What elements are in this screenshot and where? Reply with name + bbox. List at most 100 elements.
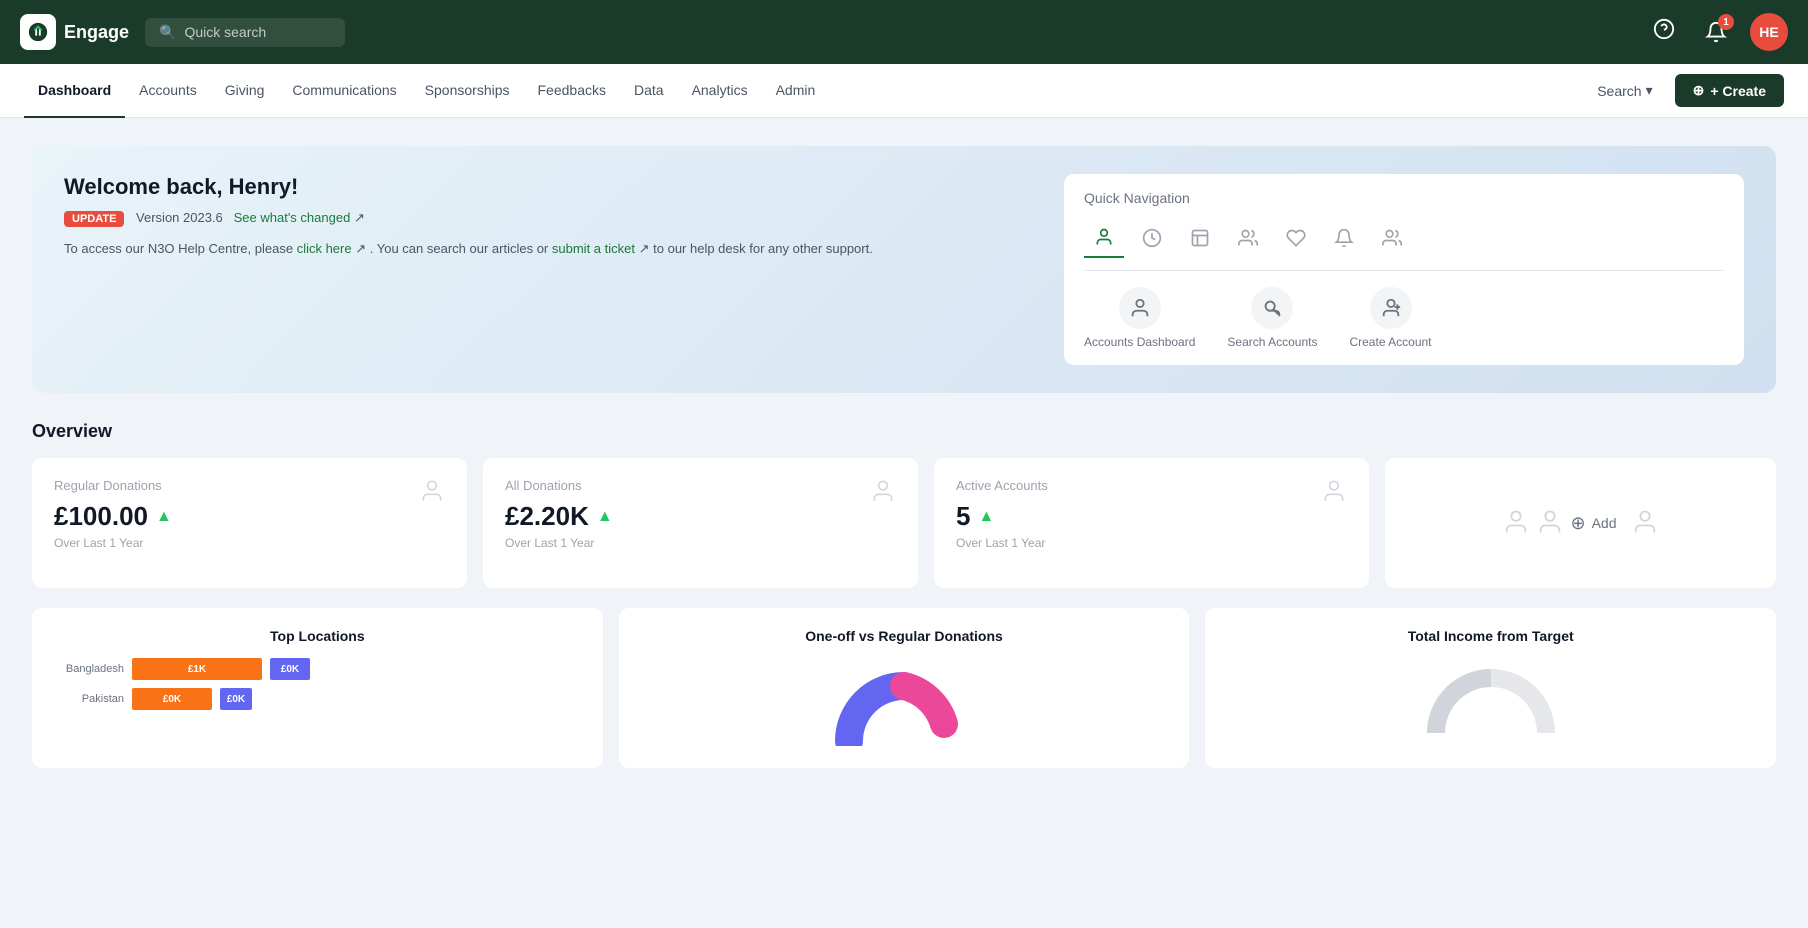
- all-donations-value: £2.20K: [505, 501, 589, 532]
- search-placeholder: Quick search: [184, 24, 266, 40]
- top-locations-title: Top Locations: [54, 628, 581, 644]
- add-stat-button[interactable]: ⊕ Add: [1502, 508, 1658, 539]
- nav-icon-bell[interactable]: [1324, 218, 1364, 258]
- subnav-actions: Search ▾ ⊕ + Create: [1587, 74, 1784, 107]
- stat-value-row: £100.00 ▲: [54, 501, 172, 532]
- trend-up-icon-2: ▲: [597, 508, 613, 526]
- stat-content: Regular Donations £100.00 ▲ Over Last 1 …: [54, 478, 172, 550]
- shortcut-accounts-dashboard-label: Accounts Dashboard: [1084, 335, 1195, 349]
- person-icon-2: [870, 478, 896, 510]
- submit-ticket-link[interactable]: submit a ticket: [552, 241, 635, 256]
- overview-title: Overview: [32, 421, 1776, 442]
- nav-icon-people[interactable]: [1372, 218, 1412, 258]
- search-accounts-icon: [1251, 287, 1293, 329]
- welcome-section: Welcome back, Henry! UPDATE Version 2023…: [32, 146, 1776, 393]
- stat-sublabel-active: Over Last 1 Year: [956, 536, 1048, 550]
- plus-circle-icon: ⊕: [1693, 82, 1705, 99]
- stat-value-row-2: £2.20K ▲: [505, 501, 613, 532]
- create-button[interactable]: ⊕ + Create: [1675, 74, 1784, 107]
- notification-badge: 1: [1718, 14, 1734, 30]
- help-button[interactable]: [1646, 14, 1682, 50]
- bar-label-bangladesh: Bangladesh: [64, 663, 124, 675]
- bar-row-pakistan: Pakistan £0K £0K: [64, 688, 571, 710]
- bar-orange-bangladesh: £1K: [132, 658, 262, 680]
- bar-chart: Bangladesh £1K £0K Pakistan £0K: [54, 658, 581, 710]
- logo: Engage: [20, 14, 129, 50]
- person-icon-3: [1321, 478, 1347, 510]
- subnav: Dashboard Accounts Giving Communications…: [0, 64, 1808, 118]
- overview-section: Overview Regular Donations £100.00 ▲ Ove…: [32, 421, 1776, 768]
- gauge-svg: [1421, 658, 1561, 738]
- nav-sponsorships[interactable]: Sponsorships: [411, 64, 524, 118]
- add-stat-card: ⊕ Add: [1385, 458, 1776, 588]
- global-search[interactable]: 🔍 Quick search: [145, 18, 345, 47]
- active-accounts-value: 5: [956, 501, 970, 532]
- bar-purple-bangladesh: £0K: [270, 658, 310, 680]
- nav-dashboard[interactable]: Dashboard: [24, 64, 125, 118]
- quick-nav-title: Quick Navigation: [1084, 190, 1724, 206]
- nav-communications[interactable]: Communications: [278, 64, 410, 118]
- nav-data[interactable]: Data: [620, 64, 678, 118]
- nav-icon-giving[interactable]: [1132, 218, 1172, 258]
- help-circle-icon: [1653, 18, 1675, 46]
- income-target-chart: Total Income from Target: [1205, 608, 1776, 768]
- donations-donut-chart: One-off vs Regular Donations: [619, 608, 1190, 768]
- charts-row: Top Locations Bangladesh £1K £0K Pakista…: [32, 608, 1776, 768]
- trend-up-icon: ▲: [156, 508, 172, 526]
- update-badge: UPDATE: [64, 211, 124, 227]
- nav-shortcuts: Accounts Dashboard Search Accounts: [1084, 287, 1724, 349]
- stat-card-inner: Regular Donations £100.00 ▲ Over Last 1 …: [54, 478, 445, 550]
- nav-feedbacks[interactable]: Feedbacks: [524, 64, 620, 118]
- bar-orange-pakistan: £0K: [132, 688, 212, 710]
- active-accounts-card: Active Accounts 5 ▲ Over Last 1 Year: [934, 458, 1369, 588]
- shortcut-search-accounts[interactable]: Search Accounts: [1227, 287, 1317, 349]
- stat-label-active: Active Accounts: [956, 478, 1048, 493]
- income-target-title: Total Income from Target: [1227, 628, 1754, 644]
- topbar: Engage 🔍 Quick search 1 HE: [0, 0, 1808, 64]
- logo-icon: [20, 14, 56, 50]
- donut-svg: [834, 666, 974, 746]
- accounts-dashboard-icon: [1119, 287, 1161, 329]
- regular-donations-card: Regular Donations £100.00 ▲ Over Last 1 …: [32, 458, 467, 588]
- regular-donations-value: £100.00: [54, 501, 148, 532]
- grey-icon-far: [1631, 508, 1659, 539]
- click-here-link[interactable]: click here: [297, 241, 352, 256]
- quick-nav-card: Quick Navigation: [1064, 174, 1744, 365]
- stat-content-2: All Donations £2.20K ▲ Over Last 1 Year: [505, 478, 613, 550]
- grey-icon-right: [1536, 508, 1564, 539]
- avatar[interactable]: HE: [1750, 13, 1788, 51]
- bar-row-bangladesh: Bangladesh £1K £0K: [64, 658, 571, 680]
- nav-icon-sponsorships[interactable]: [1228, 218, 1268, 258]
- stat-content-3: Active Accounts 5 ▲ Over Last 1 Year: [956, 478, 1048, 550]
- external-link-icon: ↗: [354, 210, 365, 225]
- nav-admin[interactable]: Admin: [762, 64, 830, 118]
- trend-up-icon-3: ▲: [978, 508, 994, 526]
- external-link-icon-2: ↗: [355, 241, 366, 256]
- see-changes-link[interactable]: See what's changed: [234, 210, 351, 225]
- gauge-wrap: [1227, 658, 1754, 738]
- welcome-left: Welcome back, Henry! UPDATE Version 2023…: [64, 174, 1040, 365]
- nav-giving[interactable]: Giving: [211, 64, 279, 118]
- stat-card-inner-2: All Donations £2.20K ▲ Over Last 1 Year: [505, 478, 896, 550]
- search-dropdown[interactable]: Search ▾: [1587, 76, 1662, 105]
- search-icon: 🔍: [159, 24, 176, 41]
- help-text: To access our N3O Help Centre, please cl…: [64, 239, 1040, 260]
- person-icon: [419, 478, 445, 510]
- shortcut-create-account[interactable]: Create Account: [1349, 287, 1431, 349]
- stat-card-inner-3: Active Accounts 5 ▲ Over Last 1 Year: [956, 478, 1347, 550]
- shortcut-search-accounts-label: Search Accounts: [1227, 335, 1317, 349]
- nav-accounts[interactable]: Accounts: [125, 64, 211, 118]
- notifications-button[interactable]: 1: [1698, 14, 1734, 50]
- nav-icon-inbox[interactable]: [1180, 218, 1220, 258]
- external-link-icon-3: ↗: [639, 241, 650, 256]
- bar-label-pakistan: Pakistan: [64, 693, 124, 705]
- shortcut-create-account-label: Create Account: [1349, 335, 1431, 349]
- nav-icon-heart[interactable]: [1276, 218, 1316, 258]
- nav-icon-accounts[interactable]: [1084, 218, 1124, 258]
- top-locations-chart: Top Locations Bangladesh £1K £0K Pakista…: [32, 608, 603, 768]
- nav-analytics[interactable]: Analytics: [678, 64, 762, 118]
- add-icon: ⊕: [1570, 513, 1585, 534]
- shortcut-accounts-dashboard[interactable]: Accounts Dashboard: [1084, 287, 1195, 349]
- stat-value-row-3: 5 ▲: [956, 501, 1048, 532]
- welcome-title: Welcome back, Henry!: [64, 174, 1040, 200]
